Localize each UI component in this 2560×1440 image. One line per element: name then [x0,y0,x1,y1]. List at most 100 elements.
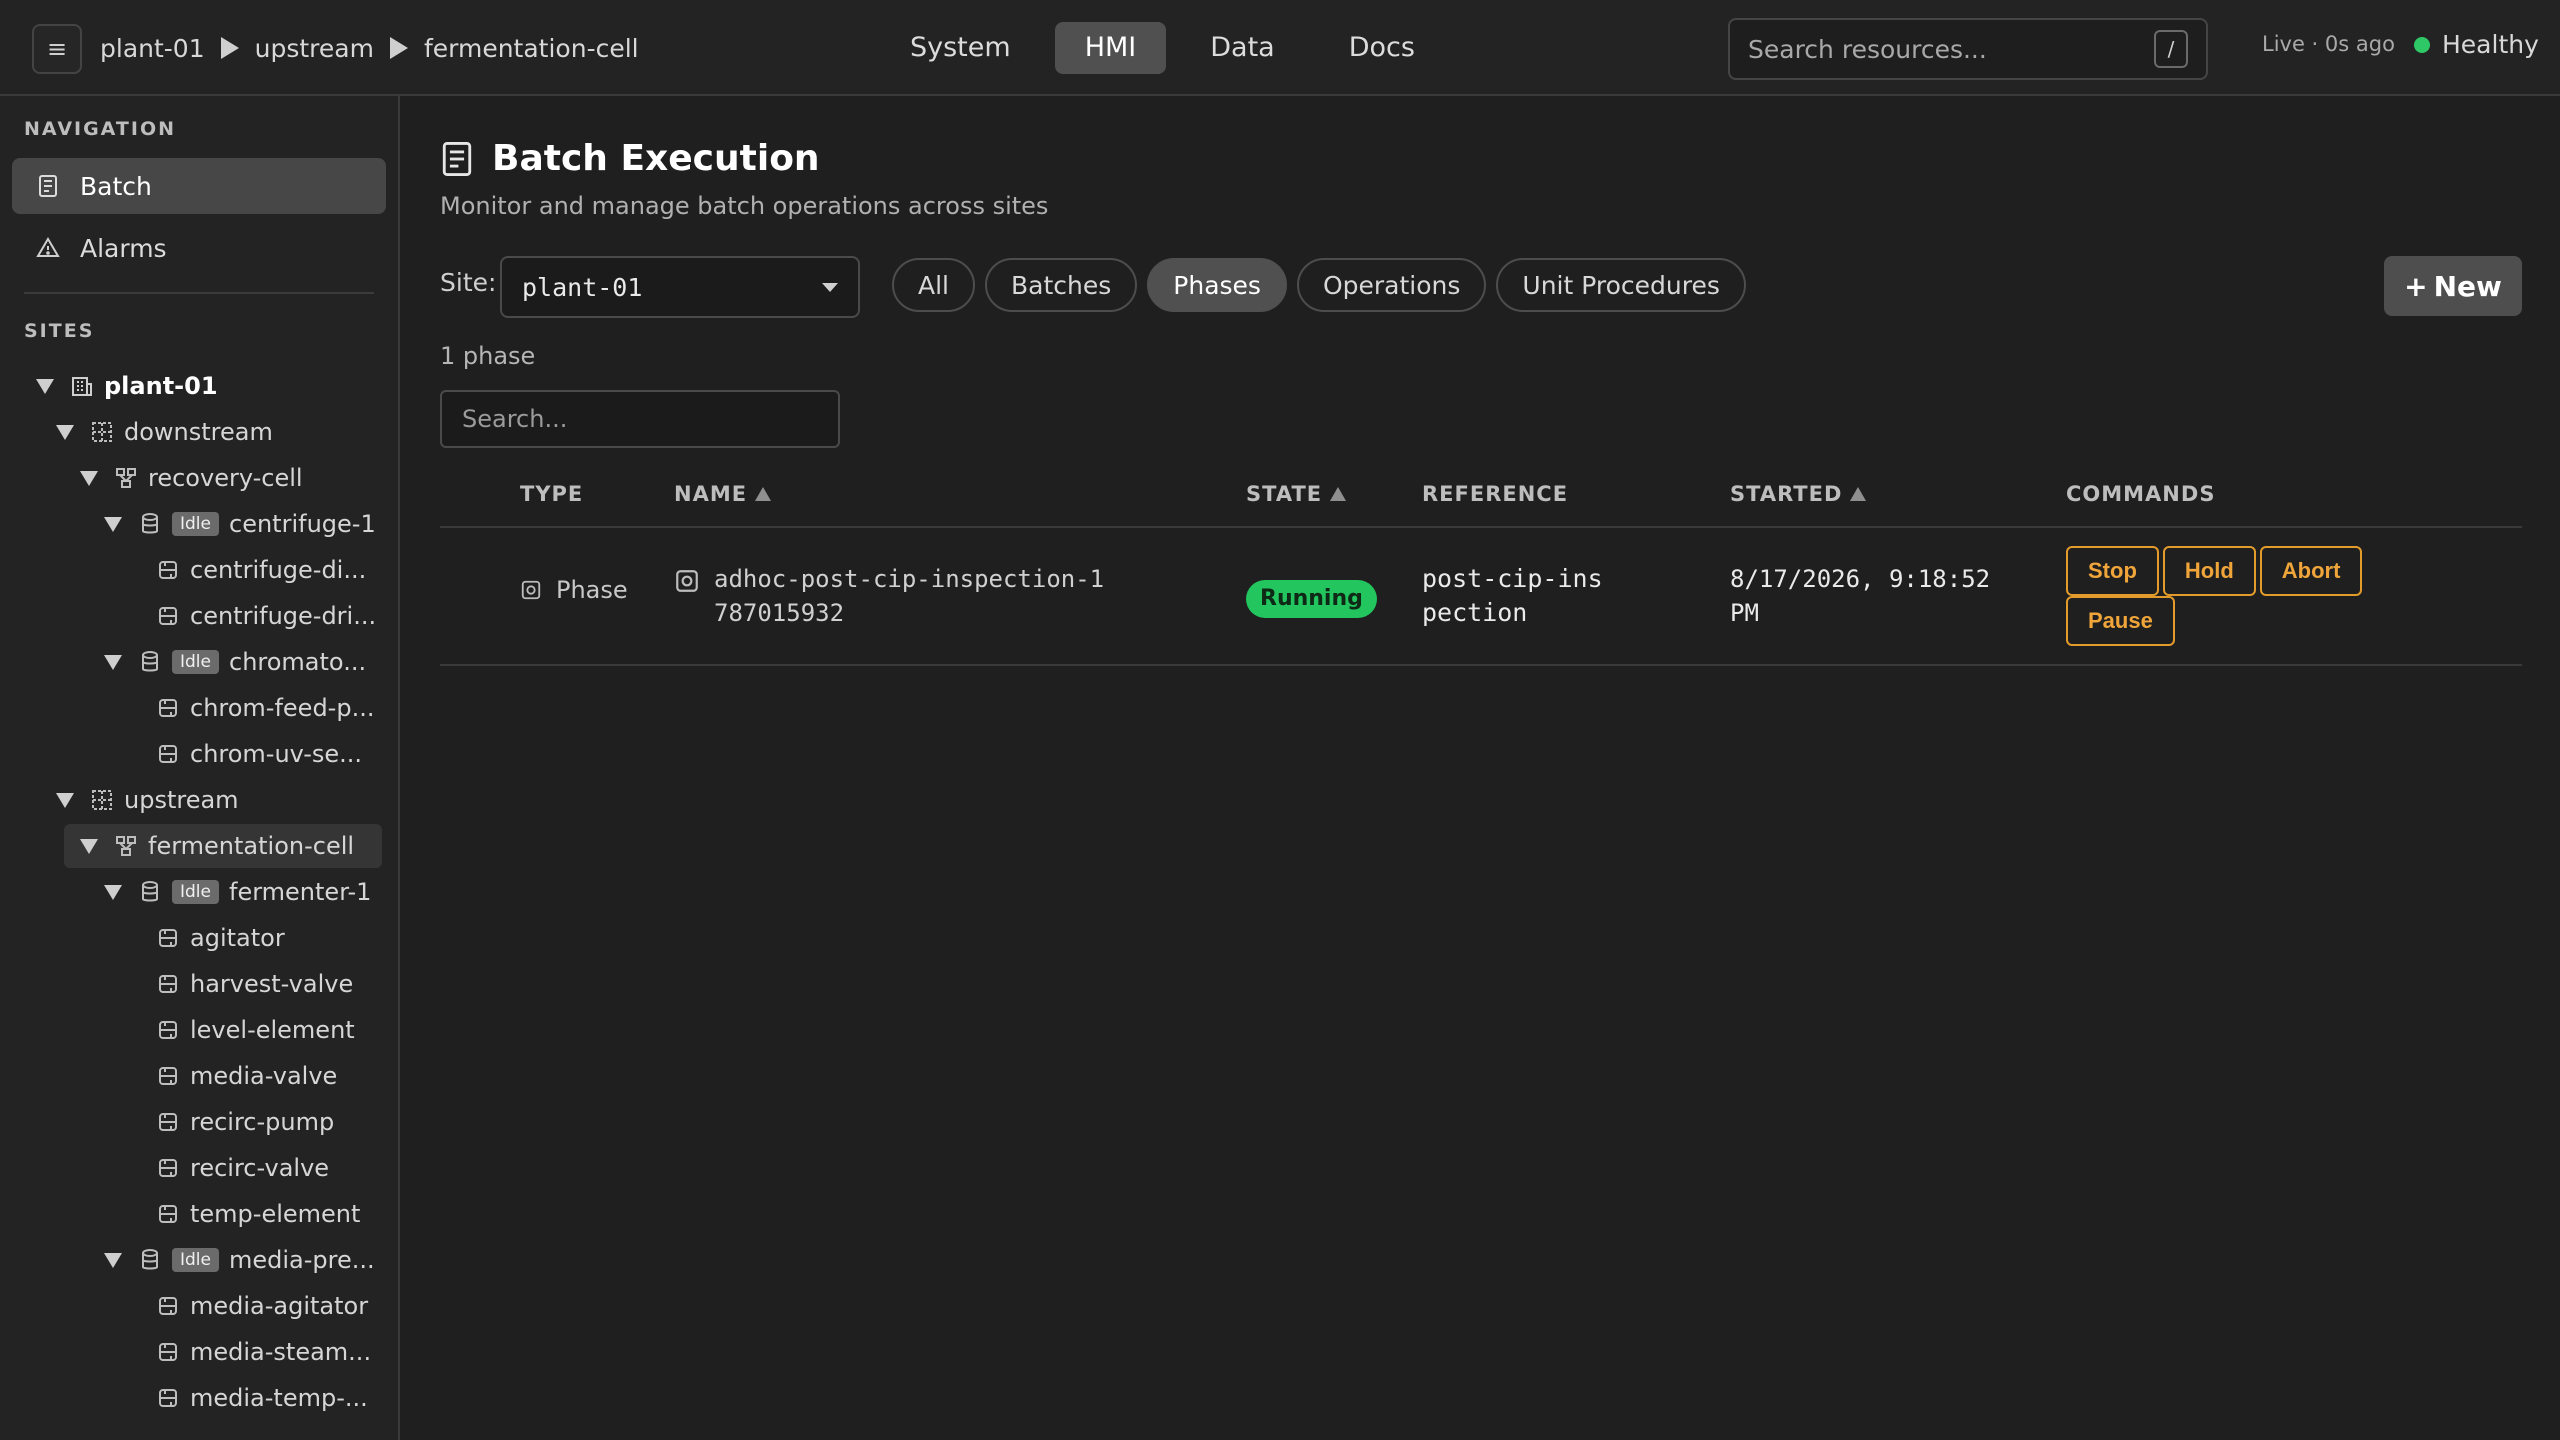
breadcrumb-item-area[interactable]: upstream [255,34,374,63]
tree-node-equipment[interactable]: media-agitator [156,1284,386,1328]
live-status: Live · 0s ago [2262,32,2395,56]
column-header-state[interactable]: STATE [1246,482,1347,506]
tree-node-equipment[interactable]: recirc-pump [156,1100,386,1144]
stop-button[interactable]: Stop [2066,546,2159,596]
tree-node-label: recovery-cell [148,464,303,492]
tree-node-equipment[interactable]: harvest-valve [156,962,386,1006]
tree-node-equipment[interactable]: centrifuge-dri... [156,594,386,638]
equipment-icon [159,1067,177,1085]
column-label: NAME [674,482,748,506]
breadcrumb-item-site[interactable]: plant-01 [100,34,205,63]
warning-icon [36,237,60,257]
column-label: STATE [1246,482,1323,506]
filter-phases[interactable]: Phases [1147,258,1287,312]
equipment-icon [159,1297,177,1315]
resource-search-input[interactable]: Search resources... / [1728,18,2208,80]
tree-node-cell[interactable]: recovery-cell [80,456,386,500]
top-bar: ≡ plant-01 upstream fermentation-cell Sy… [0,0,2560,96]
tree-node-site[interactable]: plant-01 [36,364,386,408]
tab-hmi[interactable]: HMI [1054,22,1167,74]
tree-node-unit[interactable]: Idle fermenter-1 [104,870,386,914]
pause-button[interactable]: Pause [2066,596,2175,646]
page-title-text: Batch Execution [492,138,820,179]
sort-ascending-icon [755,487,772,501]
filter-all[interactable]: All [892,258,975,312]
tree-node-equipment[interactable]: media-valve [156,1054,386,1098]
tree-node-equipment[interactable]: media-steam... [156,1330,386,1374]
tree-node-label: centrifuge-dri... [190,602,377,630]
tree-node-equipment[interactable]: chrom-uv-se... [156,732,386,776]
area-icon [92,422,112,442]
tree-node-label: upstream [124,786,239,814]
unit-icon [142,513,158,534]
filter-unit-procedures[interactable]: Unit Procedures [1496,258,1746,312]
page-subtitle: Monitor and manage batch operations acro… [440,192,1049,220]
tree-node-equipment[interactable]: centrifuge-di... [156,548,386,592]
equipment-icon [159,561,177,579]
tree-node-label: chrom-feed-p... [190,694,375,722]
tree-node-unit[interactable]: Idle centrifuge-1 [104,502,386,546]
expand-caret-icon[interactable] [104,654,122,670]
table-search-input[interactable]: Search... [440,390,840,448]
phase-icon [676,570,698,592]
site-select[interactable]: plant-01 [500,256,860,318]
abort-button[interactable]: Abort [2259,546,2363,596]
cell-icon [116,836,136,856]
row-reference: post-cip-inspection [1422,564,1603,627]
row-name: adhoc-post-cip-inspection-1787015932 [674,562,1114,630]
tree-node-equipment[interactable]: agitator [156,916,386,960]
unit-icon [142,1249,158,1270]
column-header-type: TYPE [520,482,583,506]
tree-node-cell-selected[interactable]: fermentation-cell [64,824,382,868]
search-placeholder: Search resources... [1748,34,1987,64]
expand-caret-icon[interactable] [104,1252,122,1268]
expand-caret-icon[interactable] [104,884,122,900]
search-shortcut-key: / [2154,30,2188,68]
tree-node-equipment[interactable]: recirc-valve [156,1146,386,1190]
filter-batches[interactable]: Batches [985,258,1138,312]
tree-node-equipment[interactable]: temp-element [156,1192,386,1236]
sidebar-item-alarms[interactable]: Alarms [12,220,386,276]
tree-node-label: media-steam... [190,1338,372,1366]
tree-node-area[interactable]: upstream [56,778,386,822]
new-button[interactable]: + New [2384,256,2522,316]
table-row[interactable]: Phase adhoc-post-cip-inspection-17870159… [440,530,2522,666]
tree-node-unit[interactable]: Idle media-pre... [104,1238,386,1282]
expand-caret-icon[interactable] [36,378,54,394]
breadcrumb-item-cell[interactable]: fermentation-cell [424,34,639,63]
tree-node-label: recirc-pump [190,1108,335,1136]
expand-caret-icon[interactable] [56,792,74,808]
sidebar-item-batch[interactable]: Batch [12,158,386,214]
equipment-icon [159,745,177,763]
row-name-text[interactable]: adhoc-post-cip-inspection-1787015932 [714,562,1114,630]
health-status: Healthy [2414,30,2539,59]
equipment-icon [159,1389,177,1407]
hold-button[interactable]: Hold [2162,546,2256,596]
expand-caret-icon[interactable] [80,470,98,486]
breadcrumb: plant-01 upstream fermentation-cell [100,30,639,66]
expand-caret-icon[interactable] [56,424,74,440]
breadcrumb-separator-icon [389,37,408,59]
expand-caret-icon[interactable] [104,516,122,532]
filter-operations[interactable]: Operations [1296,258,1487,312]
tree-node-equipment[interactable]: chrom-feed-p... [156,686,386,730]
navigation-section-label: NAVIGATION [24,118,176,140]
status-badge-idle: Idle [172,512,219,536]
sidebar-item-label: Batch [80,171,152,201]
column-header-started[interactable]: STARTED [1730,482,1867,506]
tree-node-unit[interactable]: Idle chromato... [104,640,386,684]
tree-node-area[interactable]: downstream [56,410,386,454]
equipment-icon [159,1113,177,1131]
tab-data[interactable]: Data [1180,22,1304,74]
tab-docs[interactable]: Docs [1319,22,1445,74]
tab-system[interactable]: System [880,22,1041,74]
equipment-icon [159,975,177,993]
health-dot-icon [2414,36,2430,53]
tree-node-equipment[interactable]: level-element [156,1008,386,1052]
menu-button[interactable]: ≡ [32,24,82,74]
column-header-name[interactable]: NAME [674,482,772,506]
tree-node-equipment[interactable]: media-temp-... [156,1376,386,1420]
tree-node-label: media-valve [190,1062,338,1090]
tree-node-label: media-pre... [229,1246,375,1274]
expand-caret-icon[interactable] [80,838,98,854]
